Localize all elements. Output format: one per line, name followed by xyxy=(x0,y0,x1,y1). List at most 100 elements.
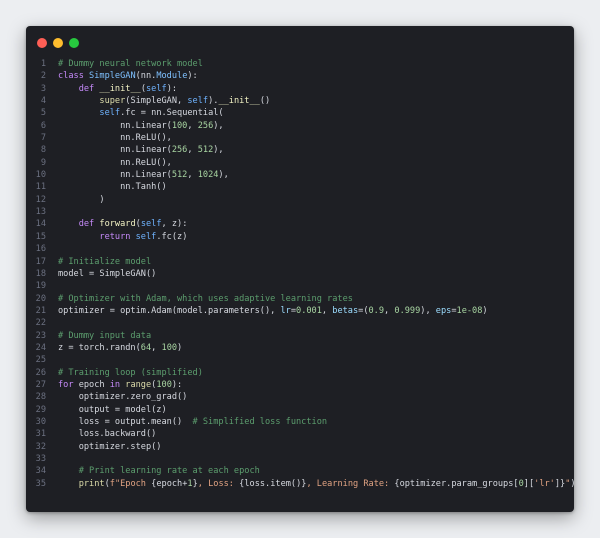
code-token: nn.ReLU(), xyxy=(58,133,172,144)
code-token: forward xyxy=(99,219,136,230)
code-line: 14 def forward(self, z): xyxy=(26,218,574,230)
code-token: # Training loop (simplified) xyxy=(58,367,203,378)
code-token: 512 xyxy=(171,170,188,181)
code-line: 1 # Dummy neural network model xyxy=(26,58,574,70)
line-number: 30 xyxy=(35,416,46,427)
code-token: SimpleGAN xyxy=(89,71,136,82)
code-token: ) xyxy=(570,478,576,489)
code-token: , xyxy=(187,145,198,156)
code-token: 1e-08 xyxy=(456,305,483,316)
code-token: eps xyxy=(435,305,452,316)
line-number: 20 xyxy=(35,293,46,304)
close-dot-icon[interactable] xyxy=(37,38,47,48)
line-number: 23 xyxy=(35,330,46,341)
code-token: in xyxy=(109,379,126,390)
code-line: 21 optimizer = optim.Adam(model.parameter… xyxy=(26,305,574,317)
code-line: 8 nn.Linear(256, 512), xyxy=(26,144,574,156)
code-token: def xyxy=(78,219,100,230)
code-token: output = model(z) xyxy=(58,404,167,415)
line-number: 15 xyxy=(35,231,46,242)
code-token: 64 xyxy=(140,342,152,353)
line-number: 21 xyxy=(35,305,46,316)
minimize-dot-icon[interactable] xyxy=(53,38,63,48)
code-line: 18 model = SimpleGAN() xyxy=(26,268,574,280)
code-token: nn.Linear( xyxy=(58,145,172,156)
maximize-dot-icon[interactable] xyxy=(69,38,79,48)
code-token: __init__ xyxy=(218,96,260,107)
code-token: ): xyxy=(187,71,198,82)
code-line: 20 # Optimizer with Adam, which uses adap… xyxy=(26,293,574,305)
line-number: 9 xyxy=(40,157,46,168)
code-token: ): xyxy=(166,83,178,94)
code-token: return xyxy=(99,231,136,242)
window-titlebar xyxy=(26,26,574,60)
code-token: ) xyxy=(58,194,105,205)
code-token: =( xyxy=(358,305,369,316)
code-line: 23 # Dummy input data xyxy=(26,330,574,342)
code-line: 3 def __init__(self): xyxy=(26,83,574,95)
code-token: Module xyxy=(156,71,188,82)
line-number: 24 xyxy=(35,342,46,353)
code-token: 512 xyxy=(197,145,214,156)
line-number: 33 xyxy=(35,454,46,464)
code-token: # Initialize model xyxy=(58,256,152,267)
code-token: # Print learning rate at each epoch xyxy=(78,466,260,477)
code-token: loss.backward() xyxy=(58,429,157,440)
code-token: self xyxy=(140,219,162,230)
line-number: 2 xyxy=(40,71,46,82)
line-number: 34 xyxy=(35,466,46,477)
code-token: ), xyxy=(420,305,436,316)
code-token: , xyxy=(187,170,198,181)
line-number: 29 xyxy=(35,404,46,415)
code-token: optimizer.zero_grad() xyxy=(58,392,188,403)
code-token: self xyxy=(146,83,167,94)
line-number: 16 xyxy=(35,244,46,255)
code-line: 26 # Training loop (simplified) xyxy=(26,367,574,379)
code-token: ) xyxy=(482,305,488,316)
code-token: {optimizer.param_groups[ xyxy=(394,478,519,489)
code-token: (nn. xyxy=(135,71,157,82)
line-number: 25 xyxy=(35,355,46,366)
code-token: , z): xyxy=(161,219,188,230)
line-number: 18 xyxy=(35,268,46,279)
code-block: 1 # Dummy neural network model 2 class Simp… xyxy=(26,58,576,490)
code-token: , xyxy=(384,305,395,316)
code-token: optimizer = optim.Adam(model.parameters(… xyxy=(58,305,281,316)
code-line: 5 self.fc = nn.Sequential( xyxy=(26,107,574,119)
code-line: 17 # Initialize model xyxy=(26,256,574,268)
code-token: 0.001 xyxy=(296,305,322,316)
line-number: 5 xyxy=(40,108,46,119)
code-line: 6 nn.Linear(100, 256), xyxy=(26,120,574,132)
line-number: 10 xyxy=(35,170,46,181)
code-token: # Dummy neural network model xyxy=(58,59,203,69)
line-number: 35 xyxy=(35,478,46,489)
code-token: betas xyxy=(332,305,359,316)
code-token: self xyxy=(99,108,121,119)
code-token: , xyxy=(187,120,198,131)
code-token: , Loss: xyxy=(197,478,240,489)
code-token: {loss.item()} xyxy=(239,478,307,489)
code-token: ), xyxy=(218,170,229,181)
code-token: 'lr' xyxy=(534,478,555,489)
line-number: 26 xyxy=(35,367,46,378)
code-token: epoch xyxy=(78,379,110,390)
code-token: ][ xyxy=(523,478,535,489)
code-token: __init__ xyxy=(99,83,141,94)
line-number: 1 xyxy=(40,59,46,69)
code-token: lr xyxy=(280,305,291,316)
code-token: z = torch.randn( xyxy=(58,342,141,353)
code-line: 31 loss.backward() xyxy=(26,428,574,440)
line-number: 11 xyxy=(35,182,46,193)
code-token: 0.999 xyxy=(394,305,421,316)
line-number: 6 xyxy=(40,120,46,131)
code-token: model = SimpleGAN() xyxy=(58,268,157,279)
code-line: 12 ) xyxy=(26,194,574,206)
code-token: ), xyxy=(213,145,224,156)
line-number: 13 xyxy=(35,207,46,218)
code-token: , xyxy=(151,342,162,353)
code-token: class xyxy=(58,71,90,82)
code-line: 28 optimizer.zero_grad() xyxy=(26,391,574,403)
